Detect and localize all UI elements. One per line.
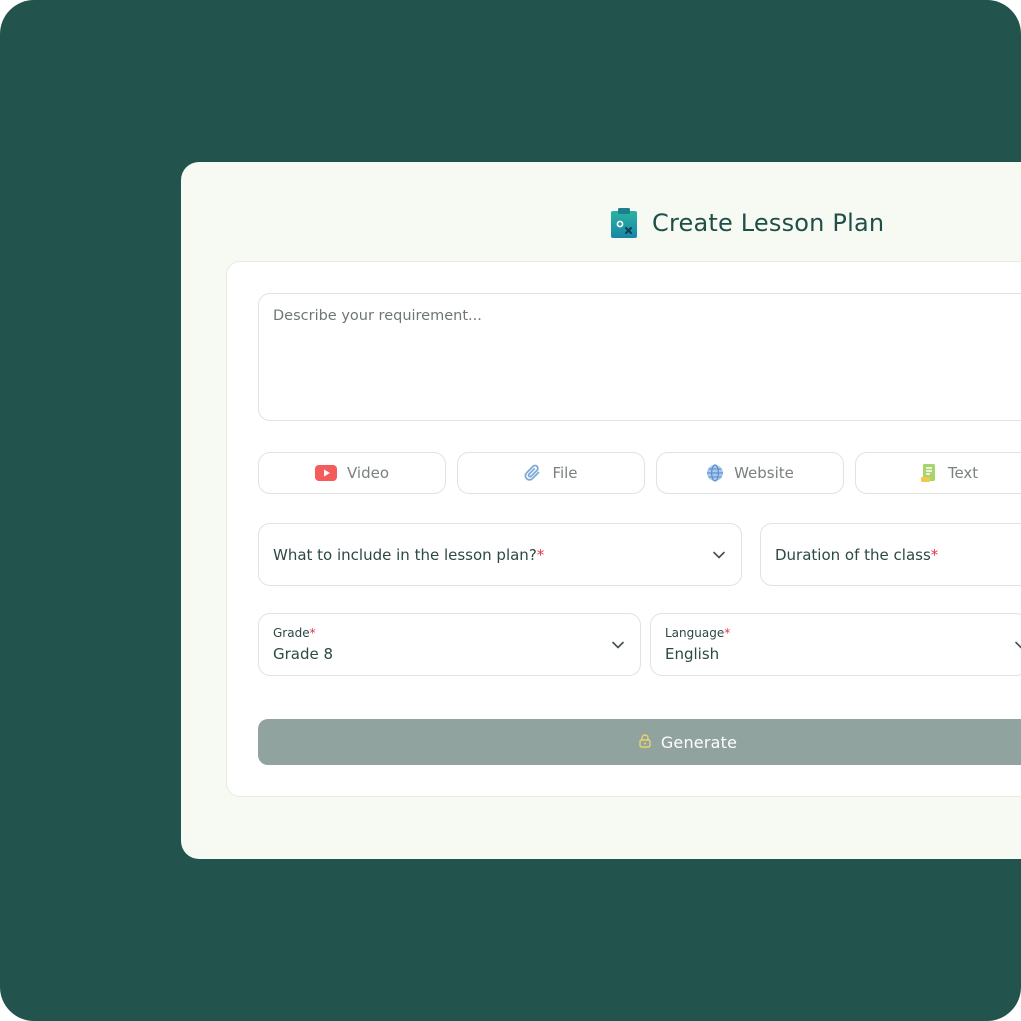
lesson-plan-panel: Create Lesson Plan Video	[181, 162, 1021, 859]
duration-select[interactable]: Duration of the class*	[760, 523, 1021, 586]
lock-icon	[639, 733, 651, 752]
grade-label: Grade*	[273, 626, 316, 640]
language-select[interactable]: Language* English	[650, 613, 1021, 676]
title-row: Create Lesson Plan	[610, 207, 884, 239]
globe-icon	[706, 464, 724, 482]
generate-label: Generate	[660, 732, 738, 752]
include-label: What to include in the lesson plan?*	[273, 545, 545, 564]
website-source-button[interactable]: Website	[656, 452, 844, 494]
chevron-down-icon	[1015, 641, 1021, 649]
youtube-icon	[314, 465, 337, 481]
document-text-icon	[920, 463, 938, 483]
generate-button[interactable]: Generate	[258, 719, 1021, 765]
chevron-down-icon	[713, 551, 725, 559]
app-frame: Create Lesson Plan Video	[0, 0, 1021, 1021]
file-source-label: File	[552, 464, 578, 482]
requirement-input[interactable]	[258, 293, 1021, 421]
video-source-button[interactable]: Video	[258, 452, 446, 494]
chevron-down-icon	[612, 641, 624, 649]
language-label: Language*	[665, 626, 731, 640]
video-source-label: Video	[346, 464, 390, 482]
text-source-label: Text	[947, 464, 979, 482]
grade-value: Grade 8	[273, 645, 334, 663]
paperclip-icon	[524, 464, 542, 482]
include-select[interactable]: What to include in the lesson plan?*	[258, 523, 742, 586]
file-source-button[interactable]: File	[457, 452, 645, 494]
website-source-label: Website	[734, 464, 794, 482]
page-title: Create Lesson Plan	[652, 209, 885, 237]
grade-select[interactable]: Grade* Grade 8	[258, 613, 641, 676]
clipboard-icon	[610, 207, 638, 239]
form-card: Video File	[226, 261, 1021, 797]
language-value: English	[665, 645, 720, 663]
duration-label: Duration of the class*	[775, 545, 939, 564]
text-source-button[interactable]: Text	[855, 452, 1021, 494]
